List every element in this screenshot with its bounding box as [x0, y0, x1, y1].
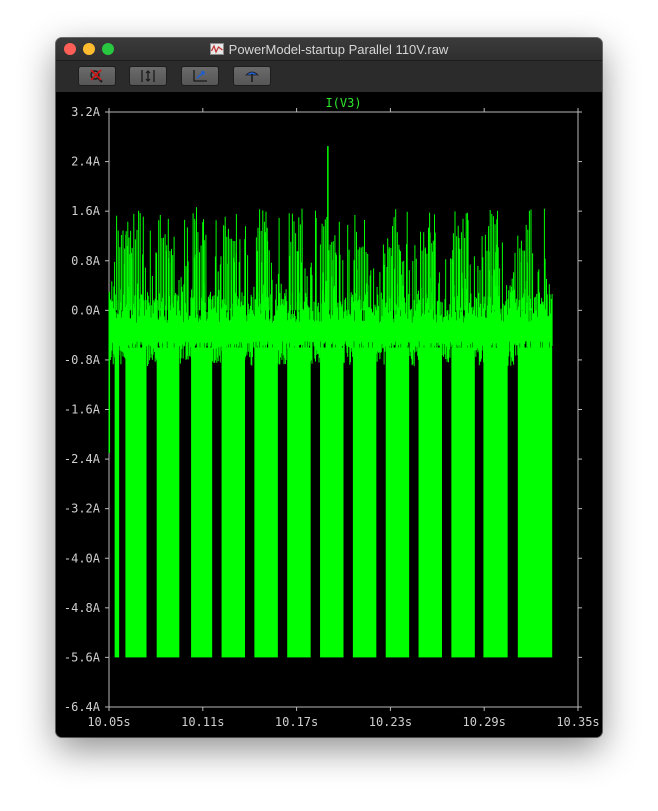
burst-spikes — [158, 215, 172, 311]
pan-button[interactable] — [181, 66, 219, 86]
y-tick-label: -0.8A — [64, 353, 101, 367]
toolbar — [56, 61, 602, 92]
y-tick-label: -1.6A — [64, 403, 101, 417]
burst-body — [517, 347, 553, 658]
title-bar[interactable]: PowerModel-startup Parallel 110V.raw — [56, 38, 602, 61]
y-tick-label: -3.2A — [64, 502, 101, 516]
burst-spikes — [387, 209, 401, 311]
y-tick-label: 3.2A — [71, 105, 101, 119]
y-tick-label: 0.8A — [71, 254, 101, 268]
burst-spikes — [420, 227, 434, 311]
burst-body — [156, 347, 180, 658]
burst-body — [320, 347, 344, 658]
burst-body — [254, 347, 278, 658]
title-group: PowerModel-startup Parallel 110V.raw — [56, 38, 602, 60]
burst-body — [191, 347, 213, 658]
y-tick-label: 0.0A — [71, 303, 101, 317]
y-tick-label: -4.0A — [64, 551, 101, 565]
zoom-cancel-button[interactable] — [78, 66, 116, 86]
burst-body — [451, 347, 475, 658]
waveform-series — [108, 146, 553, 658]
burst-spikes — [452, 211, 467, 311]
burst-body — [221, 347, 246, 658]
waveform-document-icon — [209, 43, 224, 55]
y-tick-label: -2.4A — [64, 452, 101, 466]
burst-spikes — [484, 210, 499, 311]
waveform-window: PowerModel-startup Parallel 110V.raw 3.2… — [56, 38, 602, 737]
y-tick-label: 2.4A — [71, 155, 101, 169]
burst-spikes — [223, 214, 237, 311]
x-tick-label: 10.23s — [369, 715, 412, 729]
burst-body — [287, 347, 311, 658]
probe-button[interactable] — [233, 66, 271, 86]
autoscale-icon — [141, 70, 155, 82]
burst-body — [114, 347, 120, 658]
burst-body — [125, 347, 147, 658]
autoscale-button[interactable] — [129, 66, 167, 86]
burst-spikes — [519, 209, 534, 311]
y-tick-label: -4.8A — [64, 601, 101, 615]
window-title: PowerModel-startup Parallel 110V.raw — [228, 41, 449, 57]
pan-icon — [193, 70, 207, 82]
burst-spikes — [288, 208, 303, 311]
burst-spikes — [126, 210, 141, 311]
series-title: I(V3) — [325, 96, 361, 110]
burst-spikes — [255, 209, 270, 311]
y-tick-label: 1.6A — [71, 204, 101, 218]
burst-body — [385, 347, 410, 658]
burst-spikes — [354, 215, 369, 311]
x-tick-label: 10.17s — [275, 715, 318, 729]
burst-body — [418, 347, 442, 658]
x-tick-label: 10.11s — [181, 715, 224, 729]
y-tick-label: -6.4A — [64, 700, 101, 714]
burst-body — [352, 347, 377, 658]
current-waveform-chart[interactable]: 3.2A 2.4A 1.6A 0.8A 0.0A -0.8A -1.6A -2.4A -3.2A… — [56, 92, 602, 737]
y-tick-label: -5.6A — [64, 650, 101, 664]
x-tick-label: 10.05s — [87, 715, 130, 729]
burst-body — [483, 347, 508, 658]
probe-icon — [245, 71, 259, 82]
x-tick-label: 10.35s — [556, 715, 599, 729]
x-tick-label: 10.29s — [463, 715, 506, 729]
zoom-cancel-icon — [90, 69, 103, 83]
plot-area[interactable]: 3.2A 2.4A 1.6A 0.8A 0.0A -0.8A -1.6A -2.4A -3.2A… — [56, 92, 602, 737]
